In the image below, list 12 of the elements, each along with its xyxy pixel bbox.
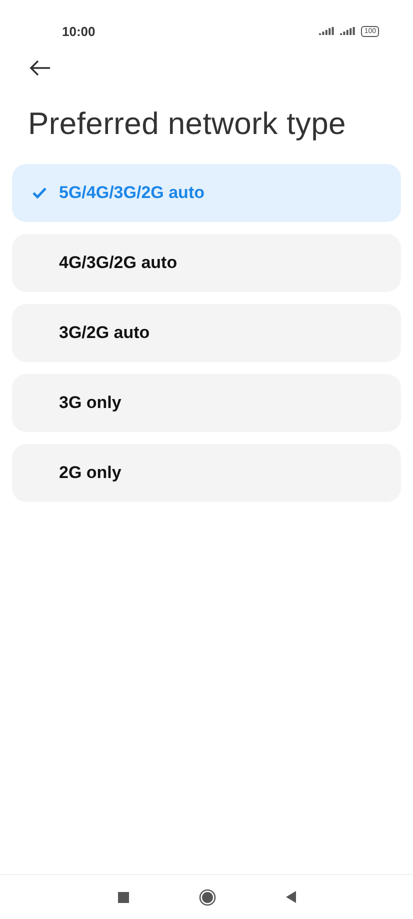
check-icon	[32, 187, 47, 199]
signal-icon	[340, 26, 356, 36]
network-option[interactable]: 2G only	[12, 444, 401, 502]
page-title: Preferred network type	[28, 106, 347, 142]
back-icon[interactable]	[286, 891, 296, 903]
home-icon[interactable]	[198, 888, 216, 906]
status-time: 10:00	[62, 24, 96, 38]
network-option[interactable]: 4G/3G/2G auto	[12, 234, 401, 292]
network-option[interactable]: 3G only	[12, 374, 401, 432]
network-option[interactable]: 3G/2G auto	[12, 304, 401, 362]
signal-icon	[319, 26, 336, 36]
recents-icon[interactable]	[118, 892, 128, 902]
